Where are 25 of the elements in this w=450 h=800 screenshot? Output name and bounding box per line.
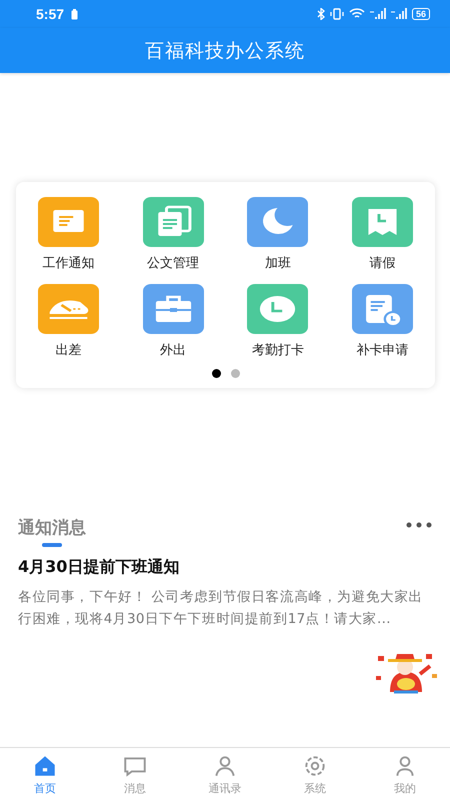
page-dot[interactable] — [212, 369, 220, 378]
signal-icon — [370, 8, 386, 20]
bluetooth-icon — [316, 8, 325, 20]
menu-item[interactable]: 工作通知 — [16, 197, 121, 272]
wifi-icon — [348, 8, 365, 20]
active-underline — [42, 543, 62, 547]
menu-item[interactable]: 补卡申请 — [330, 284, 435, 359]
menu-item[interactable]: 出差 — [16, 284, 121, 359]
menu-item[interactable]: 请假 — [330, 197, 435, 272]
clock-time: 5:57 — [36, 6, 64, 22]
nav-tab[interactable]: 首页 — [0, 748, 90, 800]
battery-saver-icon — [71, 8, 78, 20]
battery-level: 56 — [412, 8, 430, 20]
vibrate-icon — [330, 8, 344, 20]
menu-item[interactable]: 外出 — [120, 284, 226, 359]
signal-icon — [390, 8, 407, 20]
menu-item[interactable]: 公文管理 — [120, 197, 226, 272]
page-title: 百福科技办公系统 — [145, 38, 305, 64]
notice-text: 各位同事，下午好！ 公司考虑到节假日客流高峰，为避免大家出行困难，现将4月30日下午下班时间提前到17点！请大家... — [18, 588, 424, 629]
menu-item[interactable]: 考勤打卡 — [226, 284, 330, 359]
page-dot[interactable] — [230, 369, 240, 378]
more-icon[interactable] — [406, 522, 432, 528]
notice-title[interactable]: 4月30日提前下班通知 — [18, 557, 432, 578]
section-title: 通知消息 — [18, 517, 86, 539]
menu-item[interactable]: 加班 — [226, 197, 330, 272]
